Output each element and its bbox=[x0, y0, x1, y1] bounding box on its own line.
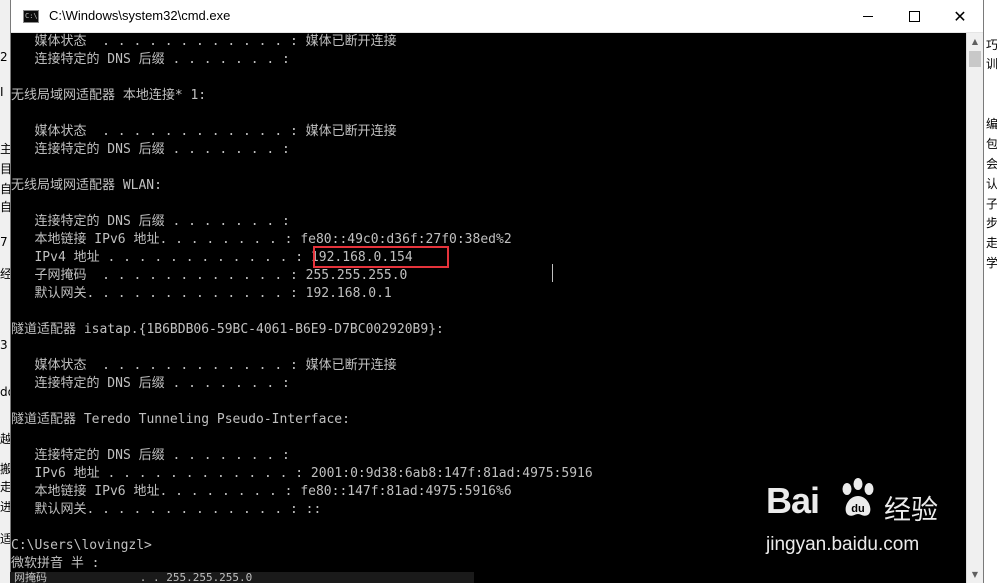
text-cursor bbox=[552, 264, 553, 282]
background-text-fragment: 搬 bbox=[0, 462, 10, 476]
console-line: 连接特定的 DNS 后缀 . . . . . . . : bbox=[11, 376, 290, 391]
background-text-fragment: 走 bbox=[0, 480, 10, 494]
background-text-fragment: 2 bbox=[0, 50, 8, 64]
background-text-fragment: 自 bbox=[0, 182, 10, 196]
console-line: 默认网关. . . . . . . . . . . . . : 192.168.… bbox=[11, 286, 392, 301]
console-line: 本地链接 IPv6 地址. . . . . . . . : fe80::147f… bbox=[11, 484, 512, 499]
background-text-fragment: 步 bbox=[986, 216, 997, 230]
background-text-fragment: 认 bbox=[986, 177, 997, 191]
console-line: 无线局域网适配器 本地连接* 1: bbox=[11, 88, 207, 103]
background-text-fragment: 会 bbox=[986, 157, 997, 171]
baidu-jingyan-watermark: Bai du 经验 jingyan.baidu.com bbox=[760, 472, 980, 572]
background-text-fragment: 编 bbox=[986, 117, 997, 131]
background-text-fragment: 主 bbox=[0, 142, 10, 156]
background-window-strip: 网掩码 . . 255.255.255.0 bbox=[10, 571, 474, 584]
background-text-fragment: 适 bbox=[0, 532, 10, 546]
watermark-url: jingyan.baidu.com bbox=[766, 534, 920, 555]
background-text-fragment: 3 bbox=[0, 338, 8, 352]
background-text-fragment: I bbox=[0, 85, 4, 99]
console-line: 无线局域网适配器 WLAN: bbox=[11, 178, 162, 193]
background-text-fragment: 目 bbox=[0, 162, 10, 176]
console-line: 媒体状态 . . . . . . . . . . . . : 媒体已断开连接 bbox=[11, 358, 397, 373]
background-text-fragment: 经 bbox=[0, 267, 10, 281]
background-text-fragment: 走 bbox=[986, 236, 997, 250]
cmd-app-icon: C:\ bbox=[23, 10, 39, 23]
console-line: 连接特定的 DNS 后缀 . . . . . . . : bbox=[11, 214, 290, 229]
background-text-fragment: 7 bbox=[0, 235, 8, 249]
close-icon: ✕ bbox=[953, 6, 967, 26]
background-text-fragment: 自 bbox=[0, 200, 10, 214]
console-line: 默认网关. . . . . . . . . . . . . : :: bbox=[11, 502, 322, 517]
background-text-fragment: 子 bbox=[986, 197, 997, 211]
background-text-fragment: do bbox=[0, 385, 10, 399]
close-button[interactable]: ✕ bbox=[937, 0, 983, 33]
scroll-up-icon[interactable]: ▲ bbox=[967, 33, 983, 50]
scrollbar-thumb[interactable] bbox=[969, 51, 981, 67]
console-line: 子网掩码 . . . . . . . . . . . . : 255.255.2… bbox=[11, 268, 408, 283]
console-line: C:\Users\lovingzl> bbox=[11, 538, 152, 553]
background-text-fragment: 学 bbox=[986, 256, 997, 270]
minimize-icon bbox=[863, 16, 873, 17]
console-line: 隧道适配器 isatap.{1B6BDB06-59BC-4061-B6E9-D7… bbox=[11, 322, 444, 337]
background-text-fragment: 越 bbox=[0, 432, 10, 446]
console-line: 连接特定的 DNS 后缀 . . . . . . . : bbox=[11, 448, 290, 463]
title-bar[interactable]: C:\ C:\Windows\system32\cmd.exe ✕ bbox=[11, 0, 983, 33]
background-text-fragment: 包 bbox=[986, 137, 997, 151]
svg-text:du: du bbox=[851, 503, 864, 515]
console-line: 隧道适配器 Teredo Tunneling Pseudo-Interface: bbox=[11, 412, 350, 427]
console-line: 连接特定的 DNS 后缀 . . . . . . . : bbox=[11, 142, 290, 157]
background-text-fragment: 巧 bbox=[986, 38, 997, 52]
baidu-paw-icon: du bbox=[842, 478, 874, 516]
background-text-fragment: 进 bbox=[0, 500, 10, 514]
console-line: IPv6 地址 . . . . . . . . . . . . : 2001:0… bbox=[11, 466, 593, 481]
minimize-button[interactable] bbox=[845, 0, 891, 33]
window-title: C:\Windows\system32\cmd.exe bbox=[49, 8, 231, 23]
console-line: 连接特定的 DNS 后缀 . . . . . . . : bbox=[11, 52, 290, 67]
maximize-button[interactable] bbox=[891, 0, 937, 33]
ipv4-highlight-box bbox=[313, 246, 449, 268]
jingyan-text: 经验 bbox=[884, 495, 938, 526]
maximize-icon bbox=[908, 11, 920, 22]
background-text-fragment: 训 bbox=[986, 57, 997, 71]
console-line: 媒体状态 . . . . . . . . . . . . : 媒体已断开连接 bbox=[11, 124, 397, 139]
baidu-logo-text: Bai bbox=[766, 480, 820, 521]
console-line: 媒体状态 . . . . . . . . . . . . : 媒体已断开连接 bbox=[11, 34, 397, 49]
